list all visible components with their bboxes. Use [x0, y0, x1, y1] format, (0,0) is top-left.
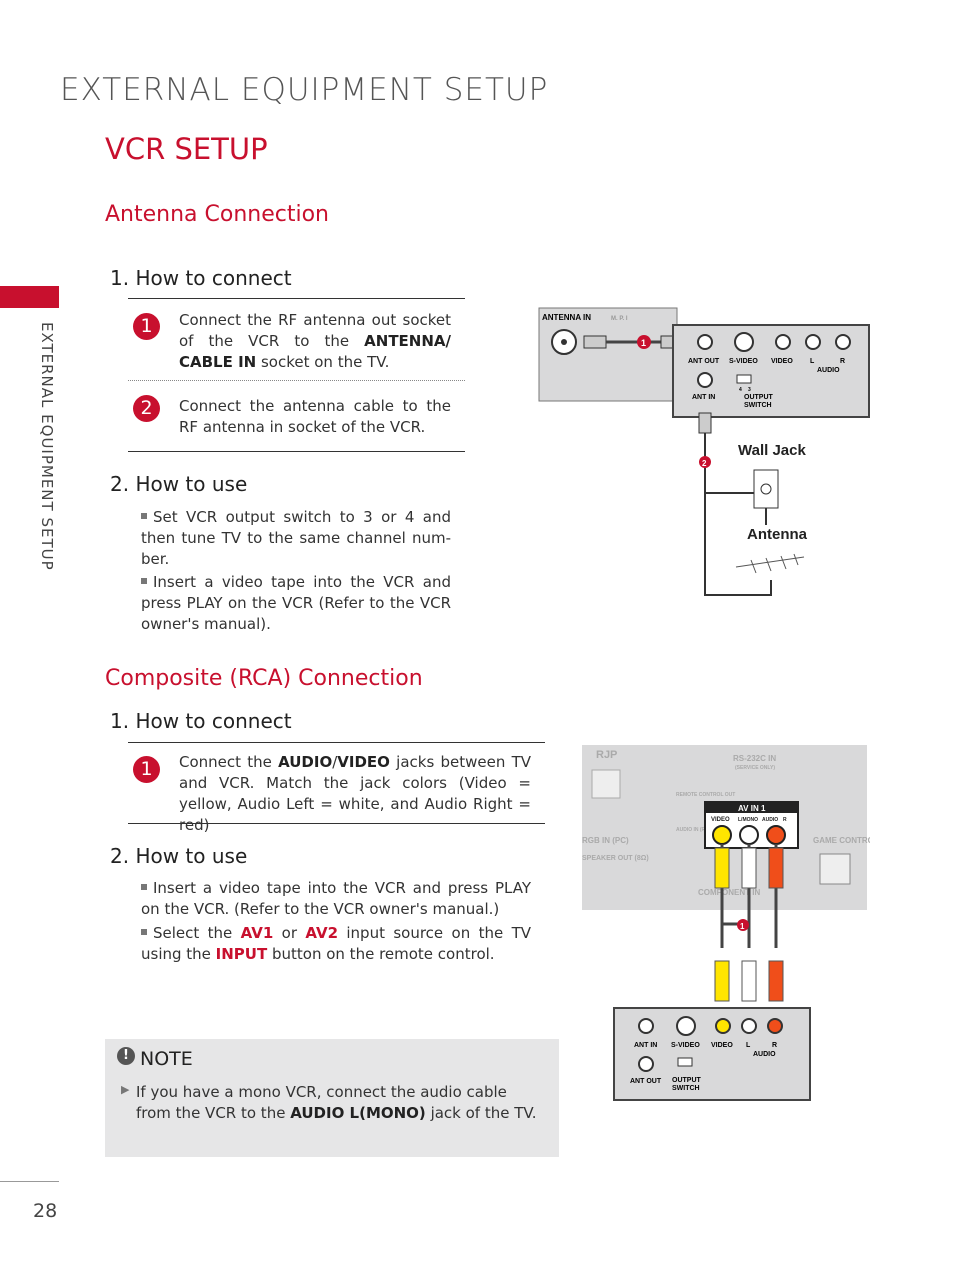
- page-title: EXTERNAL EQUIPMENT SETUP: [60, 72, 549, 108]
- svg-text:2: 2: [702, 459, 707, 468]
- svg-text:GAME CONTROL: GAME CONTROL: [813, 836, 870, 845]
- svg-text:AUDIO: AUDIO: [762, 817, 778, 823]
- composite-title: Composite (RCA) Connection: [105, 666, 423, 691]
- step-number: 2: [133, 395, 160, 422]
- footer-divider: [0, 1181, 59, 1182]
- section-title: VCR SETUP: [105, 132, 268, 166]
- antenna-step-1: Connect the RF antenna out socket of the…: [179, 311, 451, 371]
- page-number: 28: [33, 1200, 58, 1222]
- svg-text:Antenna: Antenna: [747, 526, 808, 543]
- svg-text:OUTPUT: OUTPUT: [744, 394, 774, 401]
- antenna-diagram: ANTENNA IN M. P. I 1 ANT OUT S-VIDEO VID…: [538, 307, 870, 596]
- composite-diagram: RJP RS-232C IN (SERVICE ONLY) REMOTE CON…: [582, 745, 870, 1101]
- divider: [128, 823, 545, 824]
- svg-text:AUDIO: AUDIO: [817, 367, 840, 374]
- use-item: Insert a video tape into the VCR and pre…: [141, 573, 451, 633]
- svg-text:SWITCH: SWITCH: [744, 402, 772, 409]
- svg-text:3: 3: [748, 387, 751, 393]
- step-number: 1: [133, 313, 160, 340]
- svg-text:OUTPUT: OUTPUT: [672, 1077, 702, 1084]
- svg-text:R: R: [783, 817, 787, 823]
- svg-text:ANT OUT: ANT OUT: [688, 358, 720, 365]
- svg-text:RJP: RJP: [596, 749, 617, 761]
- svg-text:AUDIO: AUDIO: [753, 1051, 776, 1058]
- antenna-step-2: Connect the antenna cable to the RF ante…: [179, 397, 451, 436]
- divider: [128, 380, 465, 381]
- svg-text:ANT IN: ANT IN: [692, 394, 715, 401]
- antenna-connect-heading: 1. How to connect: [110, 266, 292, 290]
- svg-text:ANTENNA IN: ANTENNA IN: [542, 313, 591, 322]
- svg-text:AV IN 1: AV IN 1: [738, 804, 766, 813]
- svg-text:VIDEO: VIDEO: [711, 817, 730, 823]
- svg-text:R: R: [840, 358, 845, 365]
- svg-text:RS-232C IN: RS-232C IN: [733, 754, 776, 763]
- svg-text:1: 1: [740, 922, 745, 931]
- sidebar-tab: [0, 286, 59, 308]
- note-text: If you have a mono VCR, connect the audi…: [136, 1083, 537, 1122]
- svg-text:L/MONO: L/MONO: [738, 817, 758, 823]
- svg-text:R: R: [772, 1042, 777, 1049]
- svg-text:(SERVICE ONLY): (SERVICE ONLY): [735, 765, 775, 771]
- svg-text:REMOTE CONTROL OUT: REMOTE CONTROL OUT: [676, 792, 735, 798]
- antenna-use-heading: 2. How to use: [110, 472, 248, 496]
- svg-text:VIDEO: VIDEO: [711, 1042, 733, 1049]
- use-item: Set VCR output switch to 3 or 4 and then…: [141, 508, 451, 568]
- svg-text:4: 4: [739, 387, 742, 393]
- svg-text:M. P. I: M. P. I: [611, 316, 628, 322]
- manual-page: EXTERNAL EQUIPMENT SETUP VCR SETUP EXTER…: [0, 0, 954, 1272]
- wall-jack-icon: [753, 469, 779, 509]
- triangle-bullet-icon: ▶: [121, 1083, 130, 1096]
- svg-text:L: L: [810, 358, 815, 365]
- svg-text:SPEAKER OUT (8Ω): SPEAKER OUT (8Ω): [582, 855, 649, 862]
- sidebar-label: EXTERNAL EQUIPMENT SETUP: [38, 322, 56, 571]
- composite-connect-heading: 1. How to connect: [110, 709, 292, 733]
- note-title: NOTE: [140, 1048, 193, 1070]
- note-box: ! NOTE ▶ If you have a mono VCR, connect…: [105, 1039, 559, 1157]
- svg-text:ANT OUT: ANT OUT: [630, 1078, 662, 1085]
- svg-text:ANT IN: ANT IN: [634, 1042, 657, 1049]
- divider: [128, 742, 545, 743]
- exclamation-icon: !: [117, 1047, 135, 1065]
- svg-text:VIDEO: VIDEO: [771, 358, 793, 365]
- svg-text:S-VIDEO: S-VIDEO: [671, 1042, 700, 1049]
- use-item: Select the AV1 or AV2 input source on th…: [141, 924, 531, 963]
- use-item: Insert a video tape into the VCR and pre…: [141, 879, 531, 918]
- svg-text:1: 1: [641, 338, 646, 348]
- step-number: 1: [133, 756, 160, 783]
- svg-text:COMPONENT IN: COMPONENT IN: [698, 888, 760, 897]
- svg-text:L: L: [746, 1042, 751, 1049]
- svg-text:SWITCH: SWITCH: [672, 1085, 700, 1092]
- antenna-title: Antenna Connection: [105, 202, 329, 227]
- composite-use-heading: 2. How to use: [110, 844, 248, 868]
- antenna-icon: [735, 553, 805, 574]
- svg-text:S-VIDEO: S-VIDEO: [729, 358, 758, 365]
- svg-text:Wall Jack: Wall Jack: [738, 442, 806, 459]
- divider: [128, 298, 465, 299]
- divider: [128, 451, 465, 452]
- svg-text:RGB IN (PC): RGB IN (PC): [582, 836, 629, 845]
